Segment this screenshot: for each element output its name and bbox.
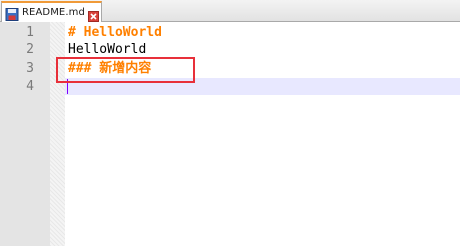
tab-label: README.md xyxy=(22,7,85,18)
code-line-heading[interactable]: # HelloWorld xyxy=(68,24,162,41)
line-number: 2 xyxy=(26,42,34,57)
line-number: 1 xyxy=(26,25,34,40)
code-line-text[interactable]: HelloWorld xyxy=(68,41,146,58)
line-number: 4 xyxy=(26,79,34,94)
tab-readme[interactable]: README.md xyxy=(1,1,102,22)
line-number: 3 xyxy=(26,61,34,76)
save-disk-icon xyxy=(5,6,19,21)
fold-margin xyxy=(50,22,65,246)
close-icon[interactable] xyxy=(87,7,99,22)
tab-bar: README.md xyxy=(0,0,460,22)
annotation-box xyxy=(56,57,195,83)
editor-area[interactable]: 1 2 3 4 # HelloWorld HelloWorld ### 新增内容 xyxy=(0,22,460,246)
